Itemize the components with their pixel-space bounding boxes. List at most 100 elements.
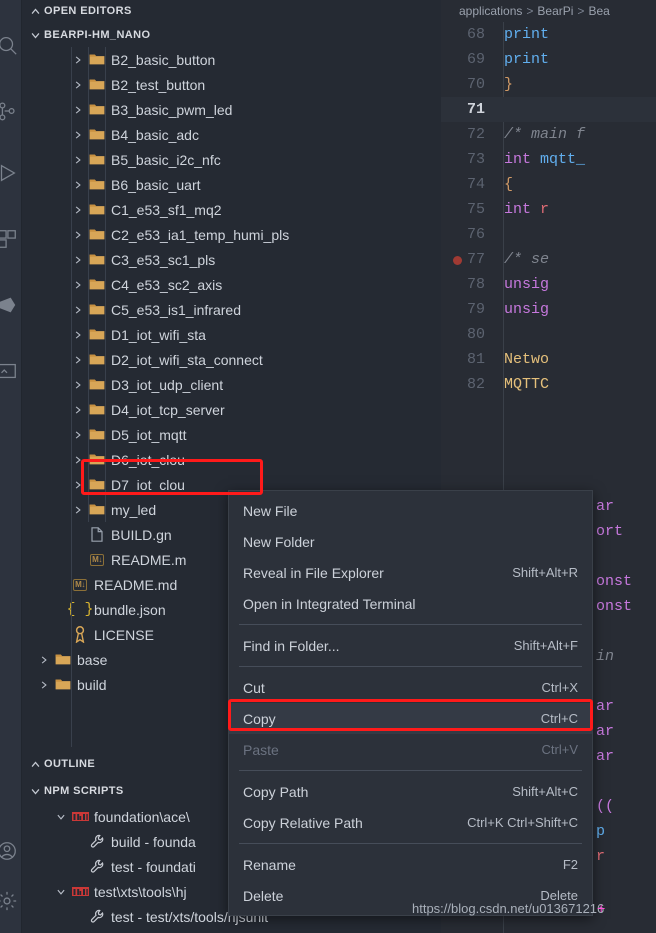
chevron-right-icon[interactable]	[70, 502, 86, 518]
menu-item-reveal-in-file-explorer[interactable]: Reveal in File Explorer Shift+Alt+R	[229, 557, 592, 588]
tree-row[interactable]: B6_basic_uart	[22, 172, 441, 197]
code-line[interactable]: 70}	[441, 72, 656, 97]
code-line[interactable]: 75 int r	[441, 197, 656, 222]
line-number: 77	[466, 251, 485, 268]
tree-row[interactable]: B2_test_button	[22, 72, 441, 97]
chevron-down-icon[interactable]	[53, 884, 69, 900]
breadcrumb-segment[interactable]: applications	[459, 4, 522, 18]
tree-row[interactable]: D1_iot_wifi_sta	[22, 322, 441, 347]
chevron-right-icon[interactable]	[70, 352, 86, 368]
code-line[interactable]: 79 unsig	[441, 297, 656, 322]
code-line[interactable]: 76	[441, 222, 656, 247]
chevron-right-icon[interactable]	[70, 427, 86, 443]
breadcrumb-segment[interactable]: BearPi	[537, 4, 573, 18]
tree-row[interactable]: C4_e53_sc2_axis	[22, 272, 441, 297]
code-line[interactable]: 71	[441, 97, 656, 122]
tree-row[interactable]: C1_e53_sf1_mq2	[22, 197, 441, 222]
chevron-right-icon[interactable]	[70, 452, 86, 468]
code-token: onst	[596, 573, 633, 590]
file-context-menu[interactable]: New File New Folder Reveal in File Explore…	[228, 490, 593, 916]
code-line[interactable]: 80	[441, 322, 656, 347]
chevron-right-icon[interactable]	[70, 327, 86, 343]
chevron-right-icon[interactable]	[70, 152, 86, 168]
tree-row[interactable]: B2_basic_button	[22, 47, 441, 72]
indent-guide	[71, 47, 72, 747]
section-open-editors[interactable]: OPEN EDITORS	[22, 0, 441, 22]
section-workspace[interactable]: BEARPI-HM_NANO	[22, 24, 441, 46]
code-line[interactable]: 82 MQTTC	[441, 372, 656, 397]
code-line[interactable]: 73 int mqtt_	[441, 147, 656, 172]
tree-row[interactable]: C3_e53_sc1_pls	[22, 247, 441, 272]
menu-item-shortcut: Ctrl+V	[541, 742, 578, 757]
chevron-right-icon[interactable]	[70, 227, 86, 243]
code-token: mqtt_	[540, 151, 586, 168]
code-line[interactable]: 74 {	[441, 172, 656, 197]
chevron-right-icon[interactable]	[70, 102, 86, 118]
code-fragment: in	[596, 648, 614, 665]
chevron-right-icon[interactable]	[70, 202, 86, 218]
tree-row[interactable]: D4_iot_tcp_server	[22, 397, 441, 422]
breakpoint-icon[interactable]	[453, 255, 462, 265]
code-line[interactable]: 68 print	[441, 22, 656, 47]
menu-item-new-file[interactable]: New File	[229, 495, 592, 526]
tree-row[interactable]: B4_basic_adc	[22, 122, 441, 147]
chevron-right-icon[interactable]	[70, 302, 86, 318]
chevron-right-icon[interactable]	[70, 77, 86, 93]
menu-item-label: Rename	[243, 856, 296, 873]
chevron-down-icon[interactable]	[53, 809, 69, 825]
line-number: 81	[466, 351, 485, 368]
tree-row-label: build - founda	[111, 833, 196, 850]
test-explorer-icon[interactable]	[0, 358, 20, 384]
account-icon[interactable]	[0, 838, 20, 864]
menu-item-new-folder[interactable]: New Folder	[229, 526, 592, 557]
run-debug-icon[interactable]	[0, 160, 20, 186]
menu-item-copy-path[interactable]: Copy Path Shift+Alt+C	[229, 776, 592, 807]
search-icon[interactable]	[0, 32, 20, 58]
markdown-file-icon: M↓	[90, 553, 104, 566]
menu-item-open-in-integrated-terminal[interactable]: Open in Integrated Terminal	[229, 588, 592, 619]
code-line[interactable]: 72 /* main f	[441, 122, 656, 147]
code-text: print	[501, 26, 549, 43]
remote-explorer-icon[interactable]	[0, 292, 20, 318]
chevron-right-icon[interactable]	[36, 652, 52, 668]
menu-item-rename[interactable]: Rename F2	[229, 849, 592, 880]
chevron-right-icon[interactable]	[36, 677, 52, 693]
settings-gear-icon[interactable]	[0, 888, 20, 914]
breadcrumb[interactable]: applications > BearPi > Bea	[441, 0, 656, 22]
chevron-right-icon[interactable]	[70, 177, 86, 193]
chevron-right-icon[interactable]	[70, 252, 86, 268]
tree-row[interactable]: B5_basic_i2c_nfc	[22, 147, 441, 172]
source-control-icon[interactable]	[0, 98, 20, 124]
menu-item-copy[interactable]: Copy Ctrl+C	[229, 703, 592, 734]
chevron-right-icon[interactable]	[70, 127, 86, 143]
tree-row[interactable]: C2_e53_ia1_temp_humi_pls	[22, 222, 441, 247]
chevron-right-icon[interactable]	[70, 402, 86, 418]
menu-item-cut[interactable]: Cut Ctrl+X	[229, 672, 592, 703]
breadcrumb-segment[interactable]: Bea	[588, 4, 609, 18]
code-token: r	[540, 201, 550, 218]
tree-row-label: LICENSE	[94, 626, 154, 643]
tree-row[interactable]: C5_e53_is1_infrared	[22, 297, 441, 322]
code-token: /* se	[504, 251, 550, 268]
tree-row[interactable]: D6_iot_clou	[22, 447, 441, 472]
tree-row[interactable]: D3_iot_udp_client	[22, 372, 441, 397]
open-editors-label: OPEN EDITORS	[44, 5, 132, 17]
menu-item-label: Find in Folder...	[243, 637, 340, 654]
menu-item-copy-relative-path[interactable]: Copy Relative Path Ctrl+K Ctrl+Shift+C	[229, 807, 592, 838]
chevron-right-icon[interactable]	[70, 377, 86, 393]
chevron-right-icon[interactable]	[70, 477, 86, 493]
menu-item-find-in-folder[interactable]: Find in Folder... Shift+Alt+F	[229, 630, 592, 661]
chevron-right-icon[interactable]	[70, 52, 86, 68]
code-line[interactable]: 69 print	[441, 47, 656, 72]
extensions-icon[interactable]	[0, 226, 20, 252]
code-line[interactable]: 77 /* se	[441, 247, 656, 272]
code-line[interactable]: 78 unsig	[441, 272, 656, 297]
chevron-right-icon[interactable]	[70, 277, 86, 293]
tree-row[interactable]: D5_iot_mqtt	[22, 422, 441, 447]
code-token: }	[504, 76, 514, 93]
code-fragment: p	[596, 823, 605, 840]
code-line[interactable]: 81 Netwo	[441, 347, 656, 372]
tree-row[interactable]: B3_basic_pwm_led	[22, 97, 441, 122]
tree-row[interactable]: D2_iot_wifi_sta_connect	[22, 347, 441, 372]
line-number: 79	[466, 301, 485, 318]
